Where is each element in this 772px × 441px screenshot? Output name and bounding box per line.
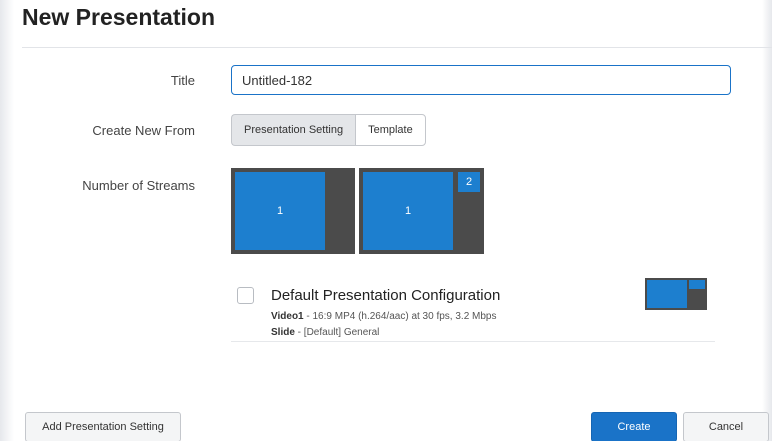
stream-1-box: 1: [235, 172, 325, 250]
video-detail: - 16:9 MP4 (h.264/aac) at 30 fps, 3.2 Mb…: [303, 311, 497, 322]
slide-detail: - [Default] General: [294, 327, 380, 338]
stream-1-box: 1: [363, 172, 453, 250]
streams-label: Number of Streams: [82, 178, 195, 193]
new-presentation-dialog: New Presentation Title Create New From P…: [0, 0, 772, 441]
one-stream-layout-option[interactable]: 1: [231, 168, 355, 254]
stream-2-box: 2: [458, 172, 480, 192]
create-from-segmented-control: Presentation Setting Template: [231, 114, 426, 146]
create-button[interactable]: Create: [591, 412, 677, 441]
page-title: New Presentation: [22, 4, 215, 30]
config-name: Default Presentation Configuration: [271, 287, 501, 304]
title-divider: [22, 47, 772, 48]
config-slide-line: Slide - [Default] General: [271, 327, 379, 338]
config-checkbox[interactable]: [237, 287, 254, 304]
config-list-item[interactable]: Default Presentation Configuration Video…: [231, 278, 715, 342]
add-presentation-setting-button[interactable]: Add Presentation Setting: [25, 412, 181, 441]
cancel-button[interactable]: Cancel: [683, 412, 769, 441]
title-label: Title: [170, 73, 195, 88]
title-input[interactable]: [231, 65, 731, 95]
slide-label: Slide: [271, 327, 295, 338]
preview-secondary-stream: [689, 280, 705, 289]
preview-main-stream: [647, 280, 687, 308]
two-stream-layout-option[interactable]: 1 2: [359, 168, 484, 254]
video-label: Video1: [271, 311, 304, 322]
presentation-setting-option[interactable]: Presentation Setting: [231, 114, 356, 146]
config-video-line: Video1 - 16:9 MP4 (h.264/aac) at 30 fps,…: [271, 311, 497, 322]
right-edge-shadow: [762, 0, 772, 441]
left-edge-shadow: [0, 0, 14, 441]
template-option[interactable]: Template: [355, 114, 426, 146]
config-layout-preview: [645, 278, 707, 310]
create-from-label: Create New From: [92, 123, 195, 138]
